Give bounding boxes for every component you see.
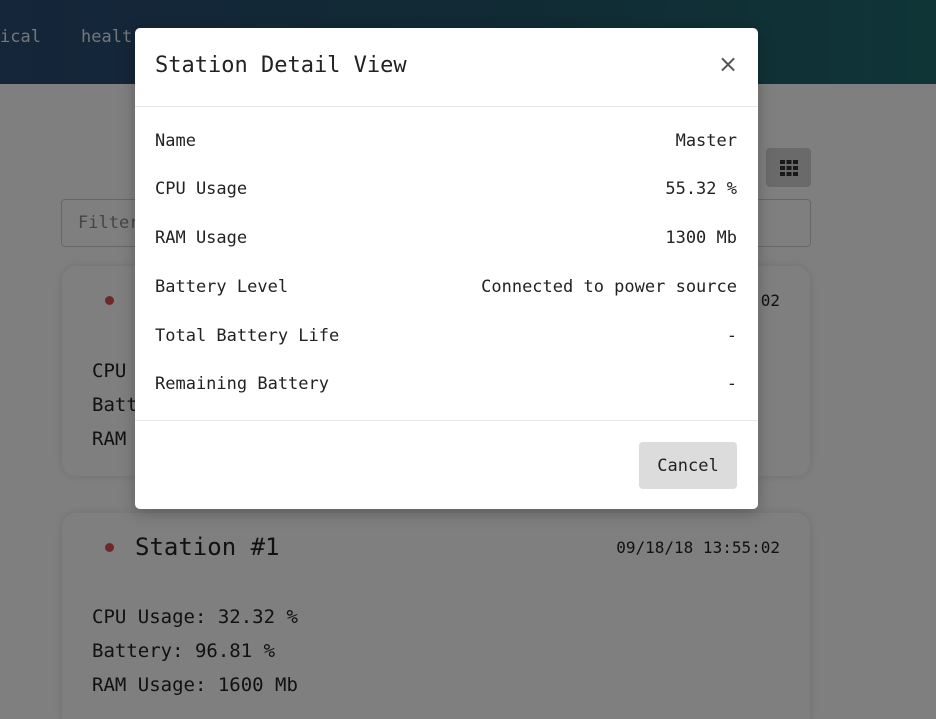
cancel-button[interactable]: Cancel bbox=[639, 442, 737, 489]
detail-value: Master bbox=[675, 131, 737, 151]
detail-label: Battery Level bbox=[155, 277, 289, 297]
detail-row-remaining-battery: Remaining Battery - bbox=[155, 372, 737, 396]
detail-row-name: Name Master bbox=[155, 129, 737, 153]
detail-label: RAM Usage bbox=[155, 228, 248, 248]
detail-value: - bbox=[726, 326, 737, 346]
detail-row-battery-level: Battery Level Connected to power source bbox=[155, 275, 737, 299]
detail-label: CPU Usage bbox=[155, 179, 248, 199]
detail-value: 55.32 % bbox=[665, 179, 737, 199]
modal-title: Station Detail View bbox=[155, 53, 407, 78]
detail-label: Name bbox=[155, 131, 196, 151]
detail-value: 1300 Mb bbox=[665, 228, 737, 248]
detail-label: Remaining Battery bbox=[155, 374, 329, 394]
detail-row-cpu: CPU Usage 55.32 % bbox=[155, 177, 737, 201]
modal-header: Station Detail View × bbox=[135, 28, 758, 107]
detail-value: - bbox=[726, 374, 737, 394]
detail-row-total-battery: Total Battery Life - bbox=[155, 324, 737, 348]
modal-body: Name Master CPU Usage 55.32 % RAM Usage … bbox=[135, 107, 758, 420]
detail-value: Connected to power source bbox=[481, 277, 737, 297]
close-button[interactable]: × bbox=[716, 50, 740, 78]
modal-footer: Cancel bbox=[135, 420, 758, 509]
detail-label: Total Battery Life bbox=[155, 326, 340, 346]
station-detail-modal: Station Detail View × Name Master CPU Us… bbox=[135, 28, 758, 509]
detail-row-ram: RAM Usage 1300 Mb bbox=[155, 226, 737, 250]
